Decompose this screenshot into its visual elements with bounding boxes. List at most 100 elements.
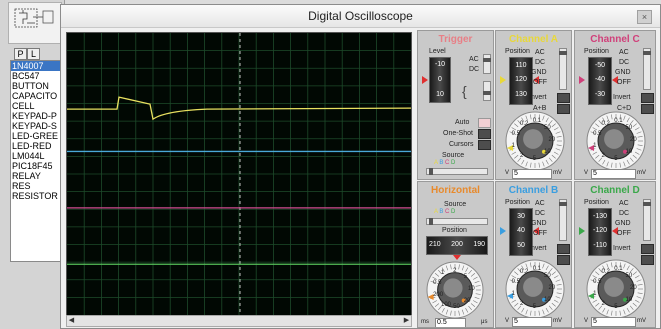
channel-c-field[interactable]: 5	[591, 169, 636, 179]
dial-scale-label: 0.2	[601, 268, 610, 275]
channel-c-dc-label: DC	[619, 59, 630, 66]
horizontal-position-right: 190	[473, 241, 485, 248]
trigger-auto-button[interactable]	[478, 118, 491, 128]
horizontal-position-label: Position	[442, 227, 467, 234]
channel-c-left-arrow-icon	[579, 76, 585, 84]
dial-scale-label: 20	[630, 285, 637, 291]
channel-d-off-label: OFF	[617, 230, 631, 237]
trigger-level-mid: 0	[438, 76, 442, 83]
channel-a-volts-dial[interactable]: 0.5 0.2 0.1 50 20 10 5 2 1	[505, 111, 565, 176]
trigger-coupling-switch[interactable]	[483, 54, 491, 74]
library-button[interactable]: L	[27, 48, 40, 60]
channel-d-field[interactable]: 5	[591, 317, 636, 327]
channel-a-invert-button[interactable]	[557, 93, 570, 103]
trigger-source-c: C	[445, 160, 450, 166]
channel-b-coupling-switch[interactable]	[559, 199, 567, 241]
trigger-level-arrow-icon	[422, 76, 428, 84]
channel-b-field[interactable]: 5	[512, 317, 552, 327]
scroll-left-icon[interactable]: ◀	[67, 316, 76, 326]
channel-d-left-arrow-icon	[579, 227, 585, 235]
channel-c-coupling-switch[interactable]	[643, 48, 651, 90]
horizontal-field[interactable]: 0.5	[435, 318, 466, 327]
horizontal-source-c: C	[445, 209, 450, 215]
channel-d-volts-dial[interactable]: 0.5 0.2 0.1 50 20 10 5 2 1	[586, 259, 646, 324]
channel-c-invert-button[interactable]	[641, 93, 654, 103]
horizontal-source-slider[interactable]	[426, 218, 488, 225]
channel-a-invert-label: Invert	[529, 94, 547, 101]
component-list-item[interactable]: LED-RED	[11, 141, 65, 151]
component-list-item[interactable]: BUTTON	[11, 81, 65, 91]
dial-scale-label: 5	[532, 155, 537, 162]
timebase-dial[interactable]: 0.5 1 2 5 10 20 50 100 200	[426, 261, 484, 324]
dial-scale-label: 50	[625, 272, 633, 279]
dial-scale-label: 10	[625, 297, 633, 304]
channel-b-volts-dial[interactable]: 0.5 0.2 0.1 50 20 10 5 2 1	[505, 259, 565, 324]
component-list-item[interactable]: KEYPAD-S	[11, 121, 65, 131]
trigger-edge-switch[interactable]	[483, 81, 491, 101]
trigger-oneshot-label: One-Shot	[443, 130, 473, 137]
component-list-item[interactable]: RELAY	[11, 171, 65, 181]
trigger-auto-label: Auto	[455, 119, 470, 126]
channel-c-position-knob[interactable]: -50 -40 -30	[588, 57, 612, 105]
component-list-item[interactable]: CELL	[11, 101, 65, 111]
dial-scale-label: 0.1	[614, 266, 623, 273]
component-list-item[interactable]: LED-GREE	[11, 131, 65, 141]
dial-scale-label: 10	[544, 297, 551, 304]
dial-scale-label: 50	[453, 303, 460, 310]
dial-scale-label: 0.5	[433, 279, 442, 286]
channel-d-position-bottom: -110	[593, 242, 607, 249]
channel-d-coupling-switch[interactable]	[643, 199, 651, 241]
component-list-item[interactable]: LM044L	[11, 151, 65, 161]
pick-devices-button[interactable]: P	[14, 48, 27, 60]
title-bar[interactable]: Digital Oscilloscope ×	[61, 5, 660, 28]
horizontal-source-options[interactable]: A B C D	[434, 209, 455, 215]
dial-scale-label: 10	[625, 149, 633, 156]
dial-scale-label: 20	[630, 137, 637, 143]
trigger-cursors-label: Cursors	[449, 141, 474, 148]
channel-c-volts-dial[interactable]: 0.5 0.2 0.1 50 20 10 5 2 1	[586, 111, 646, 176]
close-button[interactable]: ×	[637, 10, 652, 24]
channel-a-dc-label: DC	[535, 59, 546, 66]
component-list-item[interactable]: 1N4007	[11, 61, 65, 71]
scope-graticule	[67, 33, 411, 315]
dial-scale-label: 5	[532, 303, 537, 310]
trigger-edge-bracket-icon: {	[462, 83, 467, 99]
channel-a-title: Channel A	[508, 34, 559, 45]
channel-c-panel: Channel C Position -50 -40 -30 AC DC GND…	[574, 30, 656, 180]
component-list-item[interactable]: CAPACITO	[11, 91, 65, 101]
channel-a-field[interactable]: 5	[512, 169, 552, 179]
dial-scale-label: 2	[520, 153, 524, 160]
scope-display[interactable]	[66, 32, 412, 316]
channel-d-position-knob[interactable]: -130 -120 -110	[588, 208, 612, 256]
dial-scale-label: 0.5	[593, 278, 602, 285]
channel-a-left-arrow-icon	[500, 76, 506, 84]
channel-b-title: Channel B	[508, 185, 559, 196]
component-list-item[interactable]: RESISTOR	[11, 191, 65, 201]
channel-b-v-label: V	[505, 318, 510, 324]
display-scrollbar[interactable]: ◀ ▶	[66, 315, 412, 327]
channel-b-invert-button[interactable]	[557, 244, 570, 254]
trigger-source-slider[interactable]	[426, 168, 488, 175]
component-list[interactable]: 1N4007 BC547 BUTTON CAPACITO CELL KEYPAD-P KEY…	[10, 60, 66, 262]
channel-a-coupling-switch[interactable]	[559, 48, 567, 90]
channel-d-invert-button[interactable]	[641, 244, 654, 254]
trigger-oneshot-button[interactable]	[478, 129, 491, 139]
component-list-item[interactable]: PIC18F45	[11, 161, 65, 171]
dial-scale-label: 20	[548, 137, 556, 143]
trigger-source-options[interactable]: A B C D	[434, 160, 455, 166]
component-list-item[interactable]: BC547	[11, 71, 65, 81]
channel-c-position-bottom: -30	[594, 91, 606, 98]
trigger-cursors-button[interactable]	[478, 140, 491, 150]
schematic-overview[interactable]	[8, 2, 62, 44]
channel-a-ac-label: AC	[535, 49, 545, 56]
channel-d-mv-label: mV	[637, 318, 646, 324]
dial-scale-label: 0.2	[601, 120, 610, 127]
horizontal-panel: Horizontal Source A B C D Position 210 2…	[417, 181, 494, 328]
component-list-item[interactable]: KEYPAD-P	[11, 111, 65, 121]
horizontal-position-knob[interactable]: 210 200 190	[426, 236, 488, 255]
scroll-right-icon[interactable]: ▶	[402, 316, 411, 326]
dial-scale-label: 10	[468, 286, 475, 292]
channel-d-dc-label: DC	[619, 210, 630, 217]
component-list-item[interactable]: RES	[11, 181, 65, 191]
trigger-level-knob[interactable]: -10 0 10	[429, 57, 451, 103]
